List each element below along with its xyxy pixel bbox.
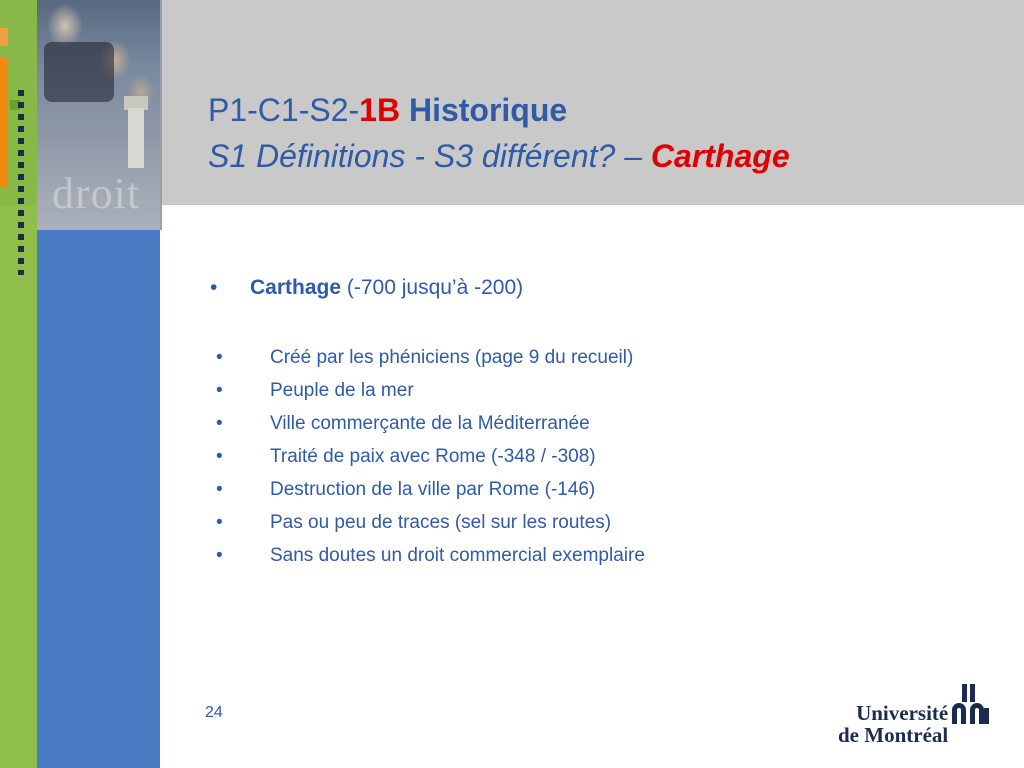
slide-subtitle: S1 Définitions - S3 différent? – Carthag… <box>208 138 790 175</box>
title-rest: Historique <box>400 92 568 128</box>
list-item: • Créé par les phéniciens (page 9 du recu… <box>216 346 645 379</box>
photo-edge <box>160 0 162 230</box>
bullet-glyph: • <box>216 380 223 401</box>
droit-watermark: droit <box>52 169 141 218</box>
bullet-glyph: • <box>216 479 223 500</box>
list-item-text: Peuple de la mer <box>270 380 414 401</box>
subtitle-highlight: Carthage <box>650 138 790 174</box>
orange-accent-bar <box>0 58 8 188</box>
slide-title: P1-C1-S2-1B Historique <box>208 92 567 129</box>
bullet-glyph: • <box>216 446 223 467</box>
dotted-line-decoration <box>18 90 24 275</box>
bullet-glyph: • <box>216 413 223 434</box>
tower-icon <box>128 108 144 168</box>
page-number: 24 <box>205 704 223 721</box>
green-strip <box>0 205 37 768</box>
list-item-text: Ville commerçante de la Méditerranée <box>270 413 590 434</box>
main-bullet-bold: Carthage <box>250 276 342 299</box>
main-bullet-rest: (-700 jusqu’à -200) <box>341 276 524 299</box>
main-bullet: • Carthage (-700 jusqu’à -200) <box>210 276 523 300</box>
photo-shadow <box>44 42 114 102</box>
list-item-text: Destruction de la ville par Rome (-146) <box>270 479 596 500</box>
list-item-text: Traité de paix avec Rome (-348 / -308) <box>270 446 596 467</box>
list-item: • Peuple de la mer <box>216 379 645 412</box>
list-item: • Destruction de la ville par Rome (-146) <box>216 478 645 511</box>
decorative-side-panel: droit <box>0 0 162 768</box>
list-item-text: Créé par les phéniciens (page 9 du recue… <box>270 347 634 368</box>
blue-panel <box>37 205 160 768</box>
list-item-text: Pas ou peu de traces (sel sur les routes… <box>270 512 612 533</box>
orange-accent-small <box>0 28 8 46</box>
logo-line-1: Université <box>856 701 949 725</box>
list-item: • Pas ou peu de traces (sel sur les route… <box>216 511 645 544</box>
list-item: • Traité de paix avec Rome (-348 / -308) <box>216 445 645 478</box>
university-logo-text: Université de Montréal <box>838 702 948 746</box>
title-highlight: 1B <box>359 92 401 128</box>
logo-line-2: de Montréal <box>838 723 949 747</box>
list-item: • Ville commerçante de la Méditerranée <box>216 412 645 445</box>
bullet-glyph: • <box>216 545 223 566</box>
list-item: • Sans doutes un droit commercial exempla… <box>216 544 645 577</box>
bullet-glyph: • <box>216 347 223 368</box>
bullet-glyph: • <box>210 276 218 299</box>
list-item-text: Sans doutes un droit commercial exemplai… <box>270 545 645 566</box>
bullet-glyph: • <box>216 512 223 533</box>
sub-bullet-list: • Créé par les phéniciens (page 9 du recu… <box>216 346 645 577</box>
university-logo-icon <box>952 684 989 724</box>
title-prefix: P1-C1-S2- <box>208 92 360 128</box>
subtitle-prefix: S1 Définitions - S3 différent? – <box>208 138 651 174</box>
